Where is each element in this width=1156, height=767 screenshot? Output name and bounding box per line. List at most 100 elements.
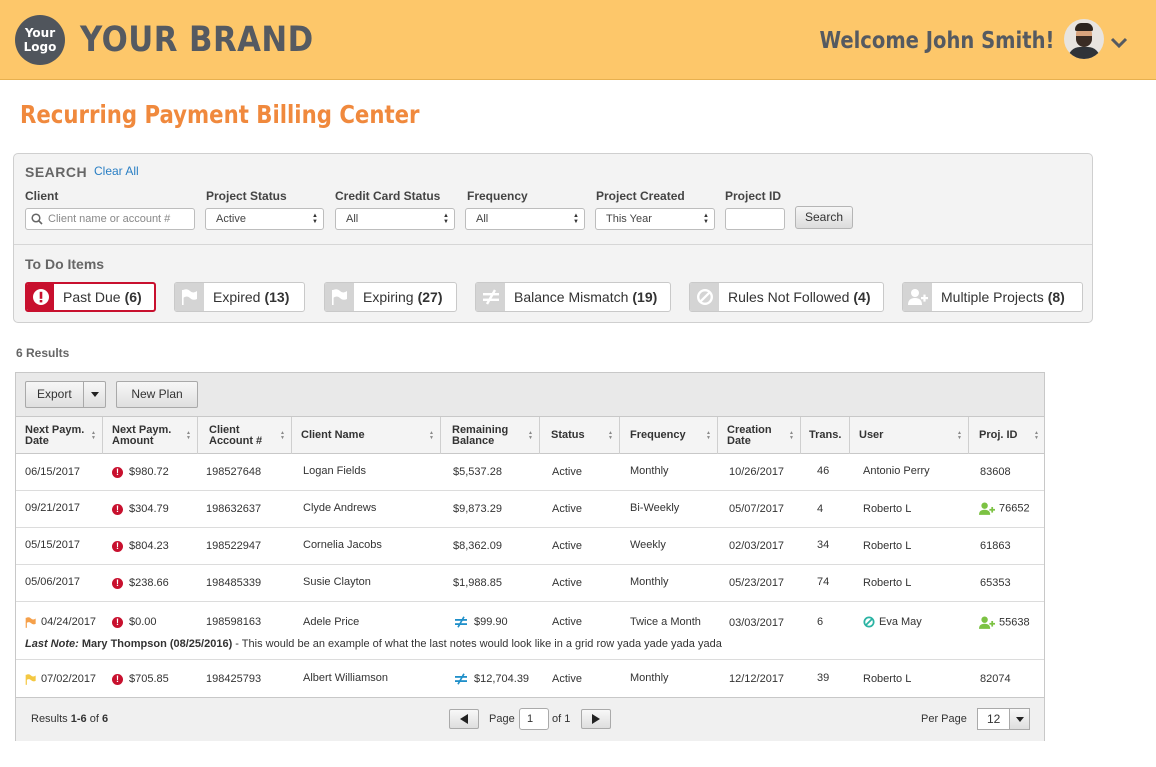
column-header-remaining-balance[interactable]: Remaining Balance ▲ ▼ [441, 417, 540, 454]
search-button[interactable]: Search [795, 206, 853, 229]
project-created-value: This Year [606, 213, 652, 225]
select-arrows-icon: ▲ ▼ [312, 213, 318, 225]
column-header-project-id[interactable]: Proj. ID ▲ ▼ [969, 417, 1045, 454]
column-header-next-payment-date[interactable]: Next Paym. Date ▲ ▼ [16, 417, 103, 454]
next-payment-date: 07/02/2017 [25, 673, 96, 685]
brand-logo[interactable]: Your Logo [15, 15, 65, 65]
column-header-client-name[interactable]: Client Name ▲ ▼ [292, 417, 441, 454]
todo-label: Expiring [363, 289, 414, 305]
column-header-user[interactable]: User ▲ ▼ [850, 417, 969, 454]
project-id[interactable]: 55638 [979, 616, 1030, 629]
project-id-input[interactable] [725, 208, 785, 230]
next-page-button[interactable] [581, 709, 611, 729]
client-search-input[interactable]: Client name or account # [25, 208, 195, 230]
user-avatar[interactable] [1064, 19, 1104, 59]
caret-down-icon [91, 392, 99, 397]
table-row[interactable]: 07/02/2017 ! $705.85 198425793 Albert Wil… [16, 660, 1044, 697]
grid-header: Next Paym. Date ▲ ▼ Next Paym. Amount ▲ ▼ Clie… [16, 417, 1044, 454]
todo-rules-not-followed[interactable]: Rules Not Followed (4) [689, 282, 884, 312]
table-row[interactable]: 09/21/2017 ! $304.79 198632637 Clyde Andr… [16, 491, 1044, 528]
sort-icon: ▲ ▼ [280, 430, 285, 441]
todo-expired[interactable]: Expired (13) [174, 282, 305, 312]
column-header-line: Status [551, 429, 585, 441]
todo-label: Rules Not Followed [728, 289, 850, 305]
table-row[interactable]: 05/06/2017 ! $238.66 198485339 Susie Clay… [16, 565, 1044, 602]
column-header-line: Date [25, 434, 49, 447]
client-name[interactable]: Albert Williamson [303, 672, 388, 684]
remaining-balance: $12,704.39 [453, 673, 529, 685]
todo-count: (4) [853, 289, 871, 305]
client-name[interactable]: Susie Clayton [303, 576, 371, 588]
chevron-down-icon[interactable] [1110, 36, 1128, 50]
client-account: 198485339 [206, 577, 262, 589]
table-row[interactable]: 04/24/2017 ! $0.00 198598163 Adele Price … [16, 602, 1044, 660]
last-note: Last Note: Mary Thompson (08/25/2016) - … [25, 638, 722, 650]
client-name[interactable]: Adele Price [303, 616, 359, 628]
client-account: 198522947 [206, 540, 262, 552]
remaining-balance: $99.90 [453, 616, 508, 628]
client-name[interactable]: Logan Fields [303, 465, 366, 477]
export-label: Export [37, 387, 72, 401]
column-header-status[interactable]: Status ▲ ▼ [540, 417, 620, 454]
todo-count: (19) [632, 289, 658, 305]
next-payment-date: 06/15/2017 [25, 466, 81, 478]
frequency-select[interactable]: All ▲ ▼ [465, 208, 585, 230]
arrow-left-icon [460, 714, 468, 724]
todo-count: (13) [264, 289, 290, 305]
caret-down-icon [1009, 709, 1029, 729]
page-number-input[interactable]: 1 [519, 708, 549, 730]
search-icon [31, 213, 43, 225]
project-id[interactable]: 61863 [980, 540, 1011, 552]
project-id[interactable]: 82074 [980, 673, 1011, 685]
project-created-select[interactable]: This Year ▲ ▼ [595, 208, 715, 230]
table-row[interactable]: 05/15/2017 ! $804.23 198522947 Cornelia J… [16, 528, 1044, 565]
todo-balance-mismatch[interactable]: Balance Mismatch (19) [475, 282, 671, 312]
cc-status-value: All [346, 213, 359, 225]
client-name[interactable]: Clyde Andrews [303, 502, 376, 514]
project-id[interactable]: 83608 [980, 466, 1011, 478]
balance-value: $12,704.39 [474, 673, 530, 685]
frequency: Monthly [630, 465, 669, 477]
grid-footer: Results 1-6 of 6 Page 1 of 1 Per Page 12 [16, 697, 1044, 741]
previous-page-button[interactable] [449, 709, 479, 729]
remaining-balance: $1,988.85 [453, 577, 502, 589]
top-header: Your Logo YOUR BRAND Welcome John Smith! [0, 0, 1156, 80]
exclamation-icon: ! [112, 540, 123, 552]
flag-icon [175, 283, 204, 311]
todo-expiring[interactable]: Expiring (27) [324, 282, 457, 312]
frequency: Weekly [630, 539, 666, 551]
export-button[interactable]: Export [25, 381, 106, 408]
todo-multiple-projects[interactable]: Multiple Projects (8) [902, 282, 1083, 312]
sort-icon: ▲ ▼ [608, 430, 613, 441]
per-page-select[interactable]: 12 [977, 708, 1030, 730]
user: Roberto L [863, 540, 912, 552]
select-arrows-icon: ▲ ▼ [703, 213, 709, 225]
new-plan-button[interactable]: New Plan [116, 381, 198, 408]
status: Active [552, 503, 582, 515]
cc-status-select[interactable]: All ▲ ▼ [335, 208, 455, 230]
todo-past-due[interactable]: Past Due (6) [25, 282, 156, 312]
column-header-frequency[interactable]: Frequency ▲ ▼ [620, 417, 718, 454]
amount-value: $804.23 [129, 540, 169, 552]
column-header-line: User [859, 429, 884, 441]
panel-divider [14, 244, 1092, 245]
column-header-next-payment-amount[interactable]: Next Paym. Amount ▲ ▼ [103, 417, 198, 454]
client-name[interactable]: Cornelia Jacobs [303, 539, 382, 551]
column-header-client-account[interactable]: Client Account # ▲ ▼ [198, 417, 292, 454]
frequency: Monthly [630, 672, 669, 684]
client-label: Client [25, 189, 59, 203]
project-status-select[interactable]: Active ▲ ▼ [205, 208, 324, 230]
export-dropdown-toggle[interactable] [83, 382, 105, 407]
column-header-transactions[interactable]: Trans. [801, 417, 850, 454]
table-row[interactable]: 06/15/2017 ! $980.72 198527648 Logan Fiel… [16, 454, 1044, 491]
column-header-creation-date[interactable]: Creation Date ▲ ▼ [718, 417, 801, 454]
clear-all-link[interactable]: Clear All [94, 164, 139, 178]
project-id[interactable]: 76652 [979, 502, 1030, 515]
creation-date: 02/03/2017 [729, 540, 785, 552]
transactions: 74 [817, 576, 830, 588]
brand-name: YOUR BRAND [80, 20, 314, 60]
project-status-value: Active [216, 213, 246, 225]
sort-icon: ▲ ▼ [789, 430, 794, 441]
project-id[interactable]: 65353 [980, 577, 1011, 589]
amount-value: $980.72 [129, 466, 169, 478]
